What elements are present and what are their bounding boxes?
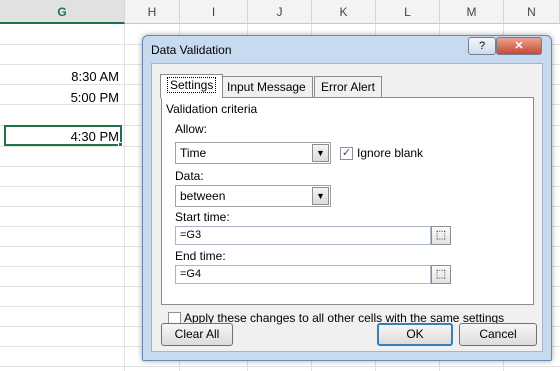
tab-input-message[interactable]: Input Message — [220, 76, 313, 97]
tab-error-alert[interactable]: Error Alert — [314, 76, 383, 97]
cell-g3[interactable]: 8:30 AM — [71, 69, 119, 84]
allow-select[interactable]: Time ▼ — [175, 142, 331, 164]
chevron-down-icon[interactable]: ▼ — [312, 187, 329, 205]
end-time-input[interactable]: =G4 — [175, 265, 431, 284]
column-header-l[interactable]: L — [376, 0, 440, 24]
column-header-i[interactable]: I — [180, 0, 248, 24]
data-select[interactable]: between ▼ — [175, 185, 331, 207]
range-select-icon[interactable]: ⬚ — [431, 265, 451, 284]
column-header-j[interactable]: J — [248, 0, 312, 24]
data-label: Data: — [175, 169, 204, 183]
active-cell-border — [4, 125, 122, 146]
tab-settings-label: Settings — [167, 77, 217, 93]
allow-label: Allow: — [175, 122, 208, 136]
close-button[interactable]: ✕ — [496, 37, 542, 55]
column-header-g[interactable]: G — [0, 0, 125, 24]
data-validation-dialog: Data Validation ? ✕ Settings Input Messa… — [142, 35, 552, 361]
gridline — [124, 24, 125, 371]
fill-handle[interactable] — [118, 142, 123, 147]
ignore-blank-checkbox[interactable]: ✓ — [340, 147, 353, 160]
ignore-blank-label[interactable]: Ignore blank — [357, 146, 423, 160]
cancel-button[interactable]: Cancel — [459, 323, 537, 346]
validation-criteria-heading: Validation criteria — [166, 102, 258, 116]
column-header-n[interactable]: N — [504, 0, 560, 24]
ok-button[interactable]: OK — [377, 323, 453, 346]
settings-panel: Validation criteria Allow: Time ▼ ✓ Igno… — [161, 97, 534, 305]
dialog-titlebar[interactable]: Data Validation ? ✕ — [143, 36, 551, 64]
allow-select-value: Time — [180, 146, 207, 160]
chevron-down-icon[interactable]: ▼ — [312, 144, 329, 162]
help-button[interactable]: ? — [468, 37, 496, 55]
start-time-label: Start time: — [175, 210, 230, 224]
dialog-body: Settings Input Message Error Alert Valid… — [151, 63, 543, 352]
clear-all-button[interactable]: Clear All — [161, 323, 233, 346]
column-header-k[interactable]: K — [312, 0, 376, 24]
range-select-icon[interactable]: ⬚ — [431, 226, 451, 245]
start-time-input[interactable]: =G3 — [175, 226, 431, 245]
tab-settings[interactable]: Settings — [160, 74, 224, 98]
data-select-value: between — [180, 189, 226, 203]
column-header-h[interactable]: H — [125, 0, 180, 24]
cell-g4[interactable]: 5:00 PM — [71, 90, 119, 105]
end-time-label: End time: — [175, 249, 226, 263]
gridline — [0, 366, 560, 367]
column-header-m[interactable]: M — [440, 0, 504, 24]
dialog-title: Data Validation — [151, 43, 232, 57]
